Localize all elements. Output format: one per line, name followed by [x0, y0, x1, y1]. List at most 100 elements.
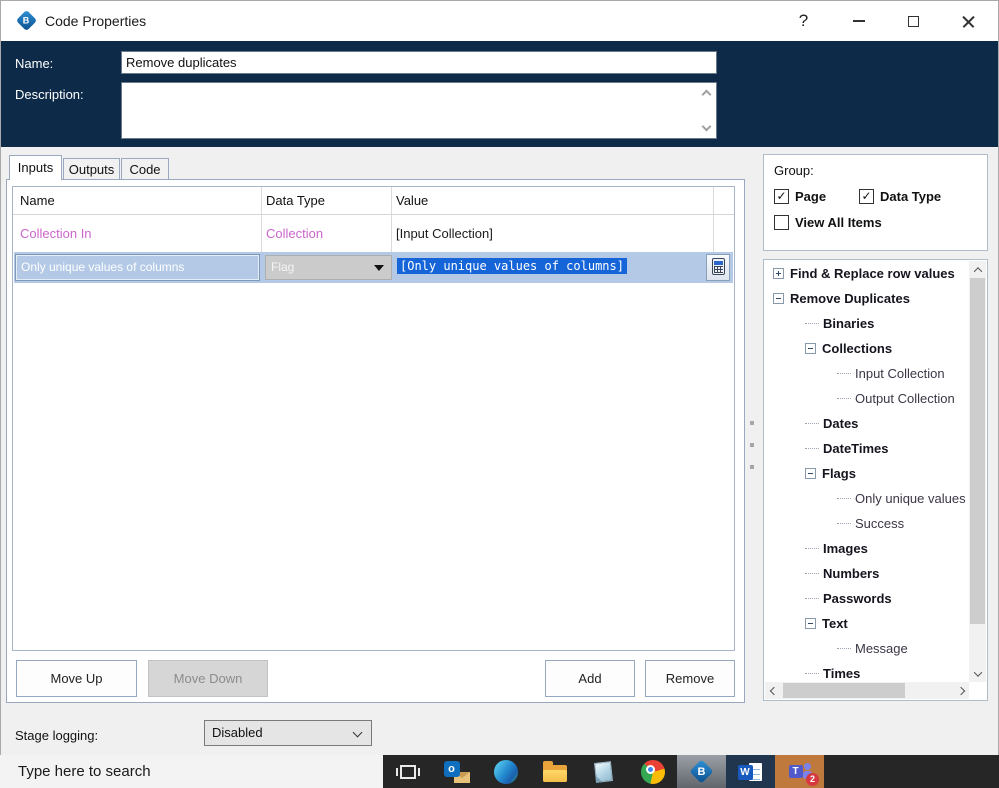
checked-checkbox-icon: ✓ [774, 189, 789, 204]
tree-item-label: Images [823, 541, 868, 556]
param-value: [Input Collection] [396, 226, 493, 241]
collapse-icon[interactable] [805, 343, 816, 354]
tree-item-label: Success [855, 516, 905, 531]
file-explorer-icon[interactable] [530, 755, 579, 788]
maximize-icon [908, 15, 919, 27]
move-up-button[interactable]: Move Up [16, 660, 137, 697]
param-name-input[interactable]: Only unique values of columns [15, 254, 260, 281]
parameters-grid: Name Data Type Value Collection In Colle… [12, 186, 735, 651]
tree-item[interactable]: Only unique values [765, 486, 969, 511]
vertical-scrollbar-thumb[interactable] [970, 278, 985, 624]
scroll-down-icon[interactable] [701, 121, 712, 132]
close-button[interactable] [941, 1, 996, 41]
tree-item-label: Find & Replace row values [790, 266, 955, 281]
screen: B Code Properties ? Name: Description: I… [0, 0, 999, 788]
tree-item[interactable]: Find & Replace row values [765, 261, 969, 286]
expression-builder-button[interactable] [706, 254, 730, 281]
description-label: Description: [15, 87, 84, 102]
stage-logging-dropdown[interactable]: Disabled [204, 720, 372, 746]
collapse-icon[interactable] [773, 293, 784, 304]
edge-icon[interactable] [481, 755, 530, 788]
blueprism-icon-part: B [697, 765, 706, 778]
taskbar-icons: o B W T2 [383, 755, 824, 788]
word-icon-part: W [737, 764, 753, 780]
chrome-icon[interactable] [628, 755, 677, 788]
collapse-icon[interactable] [805, 468, 816, 479]
tree-item[interactable]: Times [765, 661, 969, 682]
tree-connector [805, 423, 819, 424]
tree-item[interactable]: Passwords [765, 586, 969, 611]
minimize-button[interactable] [831, 1, 886, 41]
tree-item[interactable]: Flags [765, 461, 969, 486]
checkbox-label: View All Items [795, 215, 882, 230]
outlook-icon-part: o [443, 760, 470, 784]
word-icon[interactable]: W [726, 755, 775, 788]
tab-code[interactable]: Code [121, 158, 169, 180]
task-view-icon[interactable] [383, 755, 432, 788]
param-value-expression[interactable]: [Only unique values of columns] [397, 258, 627, 274]
minimize-icon [852, 20, 865, 22]
scroll-left-arrow-icon[interactable] [765, 682, 782, 699]
remove-button[interactable]: Remove [645, 660, 735, 697]
tree-connector [805, 548, 819, 549]
scroll-up-icon[interactable] [701, 89, 712, 100]
tree-horizontal-scrollbar[interactable] [765, 682, 969, 699]
scroll-right-arrow-icon[interactable] [952, 682, 969, 699]
horizontal-scrollbar-thumb[interactable] [783, 683, 905, 698]
dropdown-arrow-icon [374, 265, 384, 271]
code-properties-window: B Code Properties ? Name: Description: I… [0, 0, 999, 755]
tree-vertical-scrollbar[interactable] [969, 261, 986, 682]
description-input[interactable] [121, 82, 717, 139]
checkbox-view-all-items[interactable]: View All Items [774, 215, 982, 230]
collapse-icon[interactable] [805, 618, 816, 629]
unchecked-checkbox-icon [774, 215, 789, 230]
chrome-icon-part [646, 765, 655, 774]
tree-item[interactable]: Collections [765, 336, 969, 361]
notepad-icon[interactable] [579, 755, 628, 788]
tree-item-label: Only unique values [855, 491, 966, 506]
notification-badge: 2 [806, 773, 819, 786]
tree-item[interactable]: Output Collection [765, 386, 969, 411]
tab-outputs[interactable]: Outputs [63, 158, 120, 180]
tree-item-label: Message [855, 641, 908, 656]
name-input[interactable] [121, 51, 717, 74]
table-row-selected[interactable]: Only unique values of columns Flag [Only… [14, 252, 733, 283]
table-row[interactable]: Collection In Collection [Input Collecti… [13, 219, 734, 249]
help-button[interactable]: ? [776, 1, 831, 41]
scroll-down-arrow-icon[interactable] [969, 665, 986, 682]
tree-item[interactable]: Dates [765, 411, 969, 436]
tree-item[interactable]: Text [765, 611, 969, 636]
checkbox-page[interactable]: ✓ Page [774, 189, 859, 204]
maximize-button[interactable] [886, 1, 941, 41]
tree-item[interactable]: Numbers [765, 561, 969, 586]
tree-item[interactable]: DateTimes [765, 436, 969, 461]
scroll-up-arrow-icon[interactable] [969, 261, 986, 278]
tree-item[interactable]: Images [765, 536, 969, 561]
tree-item[interactable]: Success [765, 511, 969, 536]
word-icon-part: W [737, 760, 764, 784]
chrome-icon-part [640, 759, 665, 784]
tree-item[interactable]: Binaries [765, 311, 969, 336]
calculator-icon [711, 258, 725, 275]
task-view-icon-part [395, 764, 420, 779]
outlook-icon[interactable]: o [432, 755, 481, 788]
taskbar-search-box[interactable]: Type here to search [0, 755, 383, 788]
splitter-grip[interactable] [750, 421, 754, 425]
windows-taskbar: Type here to search o B W T2 [0, 755, 999, 788]
tree-connector [837, 373, 851, 374]
blueprism-app-icon: B [15, 9, 38, 32]
teams-icon[interactable]: T2 [775, 755, 824, 788]
column-header-value: Value [396, 193, 429, 208]
tab-inputs[interactable]: Inputs [9, 155, 62, 180]
datatype-dropdown[interactable]: Flag [265, 255, 392, 280]
tree-item[interactable]: Message [765, 636, 969, 661]
param-datatype: Collection [266, 226, 324, 241]
checkbox-data-type[interactable]: ✓ Data Type [859, 189, 969, 204]
add-button[interactable]: Add [545, 660, 635, 697]
tree-item[interactable]: Input Collection [765, 361, 969, 386]
blueprism-icon[interactable]: B [677, 755, 726, 788]
file-explorer-icon-part [542, 761, 567, 782]
tree-item[interactable]: Remove Duplicates [765, 286, 969, 311]
expand-icon[interactable] [773, 268, 784, 279]
param-name: Collection In [20, 226, 92, 241]
